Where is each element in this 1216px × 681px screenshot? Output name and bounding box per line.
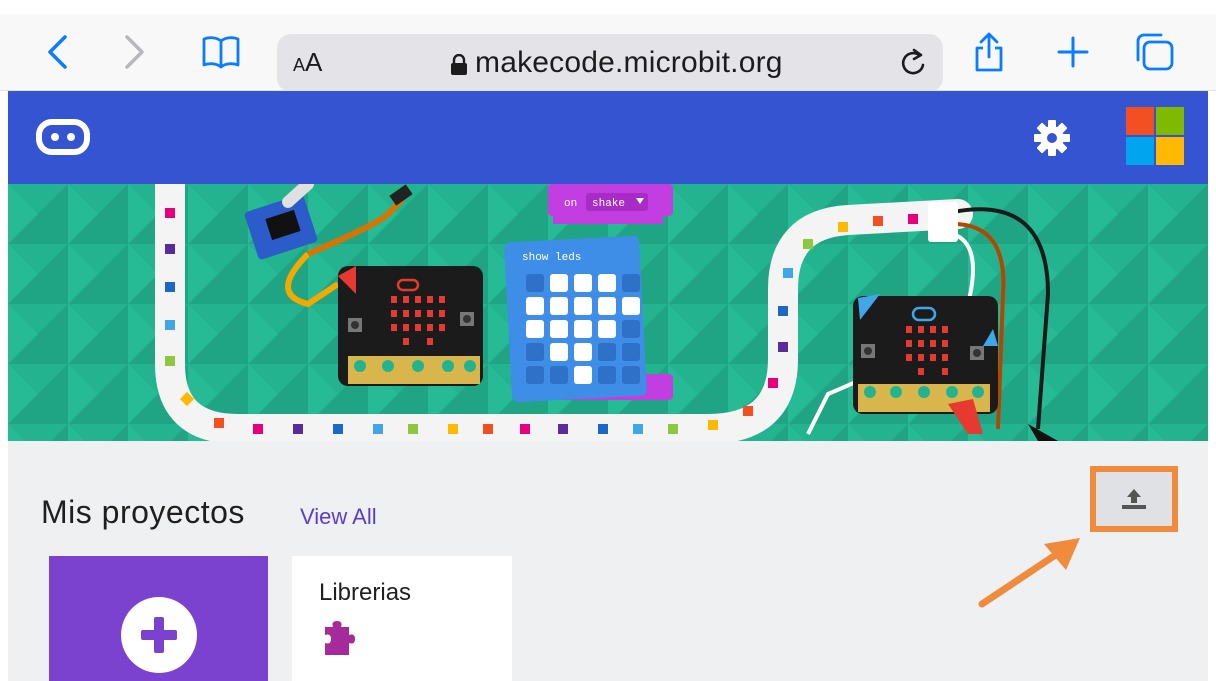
- forward-button[interactable]: [118, 28, 152, 76]
- top-strip: [0, 0, 1216, 14]
- microsoft-logo[interactable]: [1126, 107, 1184, 165]
- projects-section: Mis proyectos View All Librerias: [8, 441, 1208, 681]
- back-button[interactable]: [40, 28, 74, 76]
- plus-icon: [121, 597, 197, 673]
- upload-icon: [1122, 489, 1146, 509]
- puzzle-piece-icon: [325, 621, 355, 655]
- share-button[interactable]: [972, 28, 1006, 76]
- gear-icon[interactable]: [1032, 118, 1072, 158]
- bookmarks-button[interactable]: [202, 28, 240, 76]
- tabs-icon: [1136, 33, 1174, 71]
- project-card[interactable]: Librerias: [292, 556, 512, 681]
- tabs-button[interactable]: [1134, 28, 1176, 76]
- reload-icon[interactable]: [899, 47, 929, 81]
- plus-icon: [1057, 36, 1089, 68]
- screenshot: AA makecode.microbit.org on shake show l…: [0, 0, 1216, 681]
- lock-icon: [451, 54, 467, 75]
- hero-illustration: on shake show leds: [8, 184, 1208, 441]
- annotation-arrow-icon: [978, 538, 1080, 608]
- new-project-card[interactable]: [49, 556, 268, 681]
- text-size-button[interactable]: AA: [293, 47, 322, 78]
- new-tab-button[interactable]: [1056, 28, 1090, 76]
- block-show-leds: show leds: [522, 252, 581, 264]
- block-event-label: on: [564, 198, 577, 210]
- browser-toolbar: AA makecode.microbit.org: [0, 14, 1216, 92]
- share-icon: [975, 32, 1003, 72]
- book-icon: [202, 36, 240, 69]
- url-text: makecode.microbit.org: [475, 46, 783, 79]
- view-all-link[interactable]: View All: [300, 504, 377, 530]
- hero-banner: on shake show leds: [8, 184, 1208, 441]
- import-button[interactable]: [1090, 466, 1178, 532]
- block-event-value: shake: [592, 198, 625, 210]
- chevron-left-icon: [48, 35, 67, 69]
- projects-title: Mis proyectos: [41, 494, 245, 530]
- project-card-title: Librerias: [319, 579, 412, 606]
- makecode-header: [8, 91, 1208, 184]
- chevron-right-icon: [125, 35, 144, 69]
- address-bar[interactable]: AA makecode.microbit.org: [277, 34, 943, 92]
- microbit-logo[interactable]: [36, 119, 90, 155]
